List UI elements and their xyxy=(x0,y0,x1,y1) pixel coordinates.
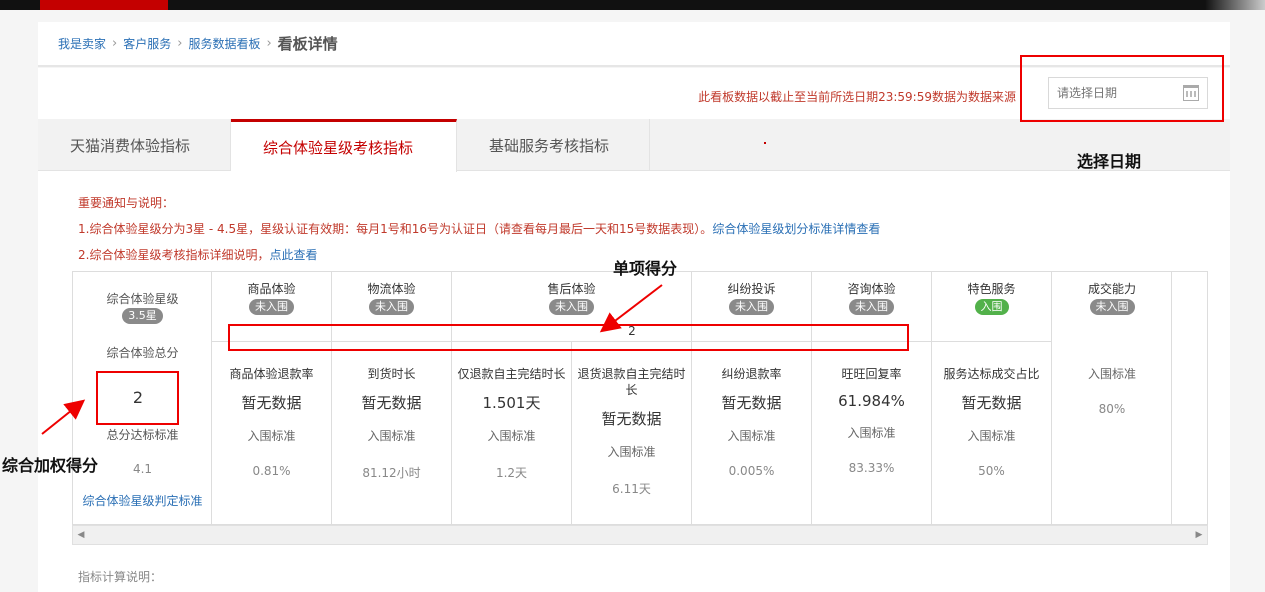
star-level-badge-wrap: 3.5星 xyxy=(73,308,212,324)
metric-value: 61.984% xyxy=(838,392,905,410)
view-details-link[interactable]: 点此查看 xyxy=(269,248,317,262)
category-name: 纠纷投诉 xyxy=(727,282,776,296)
notice-heading: 重要通知与说明： xyxy=(78,196,175,210)
category-badge: 入围 xyxy=(974,299,1009,315)
category-badge: 未入围 xyxy=(849,299,894,315)
metric-cell: 纠纷退款率 暂无数据 入围标准 0.005% xyxy=(692,342,812,526)
total-score-label: 综合体验总分 xyxy=(106,346,179,360)
total-standard-label: 总分达标标准 xyxy=(106,428,179,442)
deal-std-value: 80% xyxy=(1098,402,1126,416)
metric-value: 暂无数据 xyxy=(961,394,1022,412)
breadcrumb-separator: › xyxy=(266,36,272,51)
metric-title: 商品体验退款率 xyxy=(229,367,314,381)
category-badge: 未入围 xyxy=(729,299,774,315)
metric-std-value: 81.12小时 xyxy=(362,466,421,480)
metric-title: 服务达标成交占比 xyxy=(943,367,1040,381)
category-name: 特色服务 xyxy=(967,282,1016,296)
metric-title: 仅退款自主完结时长 xyxy=(457,367,566,381)
tab-star-rating-assessment[interactable]: 综合体验星级考核指标 xyxy=(231,119,457,172)
star-criteria-link-wrap: 综合体验星级判定标准 xyxy=(73,492,212,509)
tab-bar: 天猫消费体验指标 综合体验星级考核指标 基础服务考核指标 xyxy=(38,119,1230,172)
annotation-box-date xyxy=(1020,55,1224,122)
notice-section: 重要通知与说明： 1.综合体验星级分为3星 - 4.5星，星级认证有效期：每月1… xyxy=(78,190,880,268)
page-title: 看板详情 xyxy=(277,35,338,53)
notice-line-2-text: 2.综合体验星级考核指标详细说明， xyxy=(78,248,270,262)
notice-line-1-text: 1.综合体验星级分为3星 - 4.5星，星级认证有效期：每月1号和16号为认证日… xyxy=(78,222,713,236)
annotation-select-date: 选择日期 xyxy=(1077,152,1142,171)
horizontal-scrollbar[interactable]: ◀ ▶ xyxy=(72,525,1208,545)
annotation-weighted-score: 综合加权得分 xyxy=(2,456,99,475)
annotation-box-item-score xyxy=(228,324,909,351)
metric-std-label: 入围标准 xyxy=(847,426,896,440)
metric-std-value: 83.33% xyxy=(848,461,895,475)
red-dot xyxy=(764,142,766,144)
metric-cell: 退货退款自主完结时长 暂无数据 入围标准 6.11天 xyxy=(572,342,692,526)
category-name: 售后体验 xyxy=(547,282,596,296)
calc-note: 指标计算说明： xyxy=(78,570,163,584)
metric-std-label: 入围标准 xyxy=(487,429,536,443)
metric-std-label: 入围标准 xyxy=(607,445,656,459)
metric-std-value: 0.81% xyxy=(252,464,291,478)
notice-line-2: 2.综合体验星级考核指标详细说明，点此查看 xyxy=(78,242,880,268)
deal-std-label: 入围标准 xyxy=(1087,367,1136,381)
category-deal-ability: 成交能力 未入围 入围标准 80% xyxy=(1053,272,1172,526)
metric-value: 暂无数据 xyxy=(721,394,782,412)
metric-std-value: 6.11天 xyxy=(612,482,651,496)
breadcrumb-seller[interactable]: 我是卖家 xyxy=(58,35,106,52)
category-name: 物流体验 xyxy=(367,282,416,296)
metric-value: 暂无数据 xyxy=(241,394,302,412)
category-badge: 未入围 xyxy=(249,299,294,315)
breadcrumb-separator: › xyxy=(112,36,118,51)
category-head: 成交能力 未入围 xyxy=(1053,272,1171,315)
metric-value: 1.501天 xyxy=(482,394,541,412)
metric-std-label: 入围标准 xyxy=(967,429,1016,443)
top-bar-accent xyxy=(40,0,168,10)
category-name: 商品体验 xyxy=(247,282,296,296)
metric-title: 到货时长 xyxy=(367,367,416,381)
notice-line-1: 1.综合体验星级分为3星 - 4.5星，星级认证有效期：每月1号和16号为认证日… xyxy=(78,216,880,242)
scroll-right-icon[interactable]: ▶ xyxy=(1191,526,1207,544)
tab-tmall-consumer-experience[interactable]: 天猫消费体验指标 xyxy=(38,119,231,171)
metric-cell: 到货时长 暂无数据 入围标准 81.12小时 xyxy=(332,342,452,526)
metric-cell: 旺旺回复率 61.984% 入围标准 83.33% xyxy=(812,342,932,526)
category-name: 成交能力 xyxy=(1087,282,1136,296)
metric-std-value: 1.2天 xyxy=(495,466,528,480)
metric-cell: 服务达标成交占比 暂无数据 入围标准 50% xyxy=(932,342,1052,526)
metric-title: 退货退款自主完结时长 xyxy=(577,367,686,397)
breadcrumb-customer-service[interactable]: 客户服务 xyxy=(123,35,171,52)
star-standard-link[interactable]: 综合体验星级划分标准详情查看 xyxy=(712,222,880,236)
metric-value: 暂无数据 xyxy=(601,410,662,428)
category-name: 咨询体验 xyxy=(847,282,896,296)
metric-std-value: 50% xyxy=(978,464,1005,478)
metric-title: 纠纷退款率 xyxy=(721,367,782,381)
metric-title: 旺旺回复率 xyxy=(841,367,902,381)
metric-std-label: 入围标准 xyxy=(247,429,296,443)
category-badge: 未入围 xyxy=(369,299,414,315)
data-source-notice: 此看板数据以截止至当前所选日期23:59:59数据为数据来源 xyxy=(698,90,1016,104)
tab-basic-service-assessment[interactable]: 基础服务考核指标 xyxy=(457,119,650,171)
metrics-table: 综合体验星级 3.5星 综合体验总分 2 总分达标标准 4.1 综合体验星级判定… xyxy=(72,271,1208,526)
metric-cell: 商品体验退款率 暂无数据 入围标准 0.81% xyxy=(212,342,332,526)
star-level-label: 综合体验星级 xyxy=(106,292,179,306)
scroll-left-icon[interactable]: ◀ xyxy=(73,526,89,544)
metric-std-label: 入围标准 xyxy=(727,429,776,443)
star-criteria-link[interactable]: 综合体验星级判定标准 xyxy=(82,494,202,508)
annotation-item-score: 单项得分 xyxy=(613,259,678,278)
category-badge: 未入围 xyxy=(1089,299,1135,315)
top-bar xyxy=(0,0,1265,10)
metric-std-label: 入围标准 xyxy=(367,429,416,443)
breadcrumb-service-dashboard[interactable]: 服务数据看板 xyxy=(188,35,260,52)
category-badge: 未入围 xyxy=(549,299,594,315)
metric-value: 暂无数据 xyxy=(361,394,422,412)
metric-cell: 仅退款自主完结时长 1.501天 入围标准 1.2天 xyxy=(452,342,572,526)
breadcrumb-separator: › xyxy=(177,36,183,51)
metric-std-value: 0.005% xyxy=(728,464,775,478)
star-level-badge: 3.5星 xyxy=(122,308,163,324)
top-bar-shade xyxy=(1205,0,1265,10)
annotation-box-total-score xyxy=(96,371,179,425)
